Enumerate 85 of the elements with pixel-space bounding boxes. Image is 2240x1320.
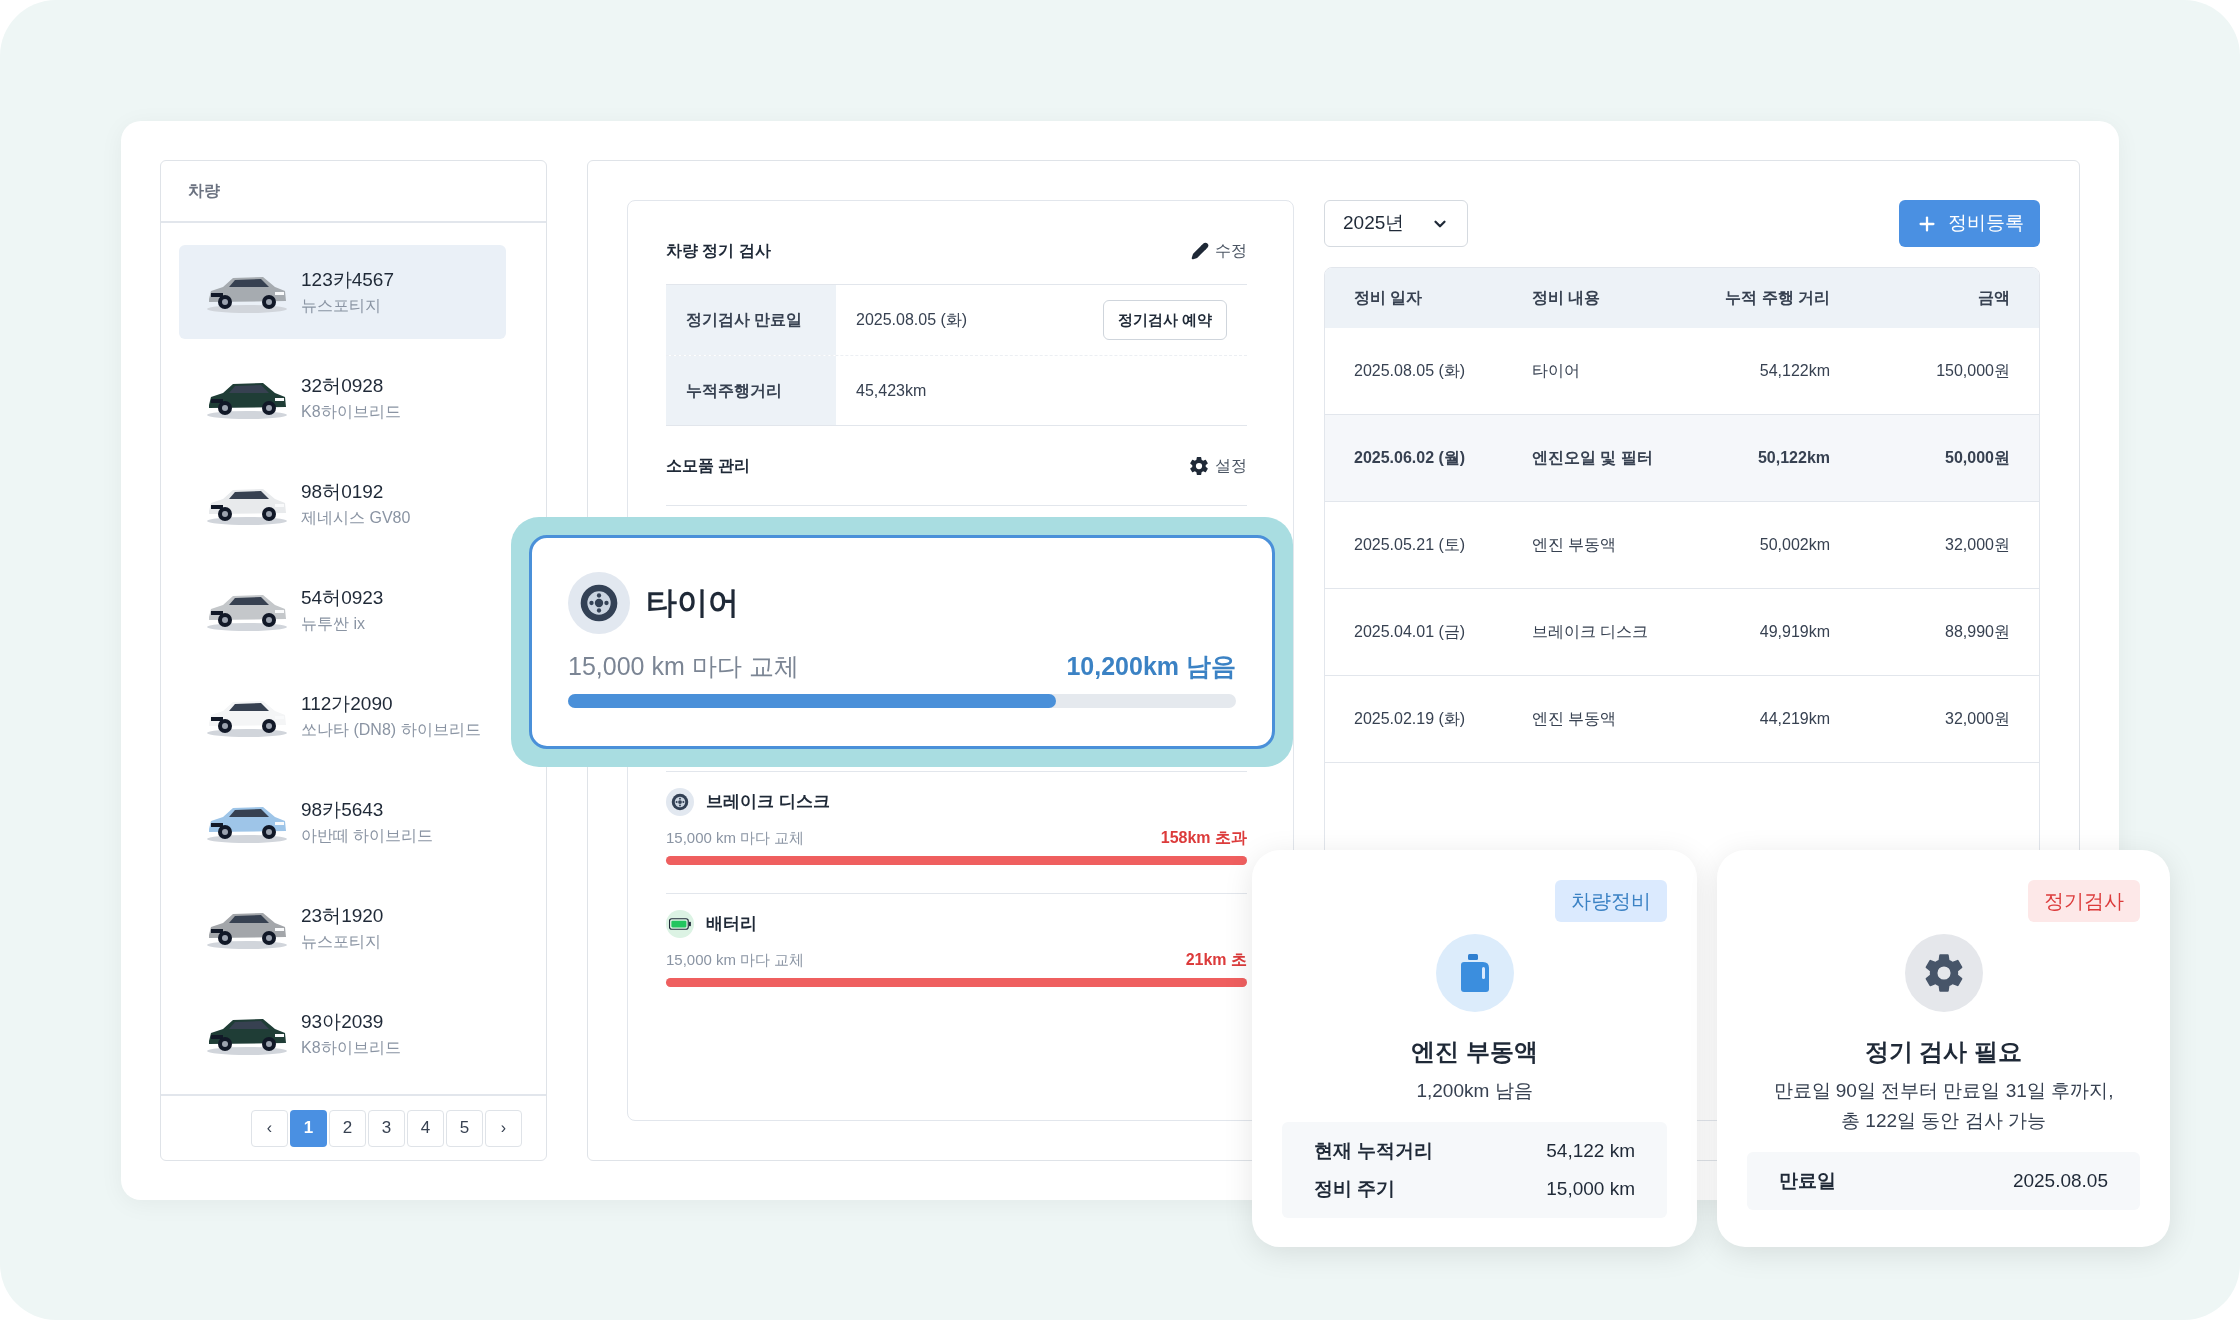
next-page-button[interactable]: ›	[485, 1109, 522, 1147]
table-cell-text: 32,000원	[1944, 535, 2010, 555]
column-header: 누적 주행 거리	[1724, 288, 1830, 308]
section-title: 소모품 관리	[666, 455, 751, 476]
reserve-button[interactable]: 정기검사 예약	[1102, 300, 1227, 340]
settings-button[interactable]: 설정	[1189, 453, 1247, 478]
table-cell-text: 50,000원	[1944, 448, 2010, 468]
table-cell-text: 88,990원	[1944, 622, 2010, 642]
replacement-interval: 15,000 km 마다 교체	[666, 949, 805, 970]
battery-icon	[666, 910, 694, 938]
plate-number: 54허0923	[301, 586, 384, 610]
field-value: 2025.08.05 (화)	[856, 310, 968, 330]
table-cell-text: 엔진 부동액	[1532, 709, 1618, 729]
model-name: 쏘나타 (DN8) 하이브리드	[301, 720, 481, 740]
column-header: 정비 일자	[1354, 288, 1424, 308]
plate-number: 23허1920	[301, 904, 384, 928]
card-subtitle: 1,200km 남음	[1416, 1079, 1533, 1103]
replacement-interval: 15,000 km 마다 교체	[666, 827, 805, 848]
consumable-name: 배터리	[706, 913, 757, 936]
plate-number: 123카4567	[301, 268, 394, 292]
table-cell-text: 엔진 부동액	[1532, 535, 1618, 555]
table-cell-text: 브레이크 디스크	[1532, 622, 1650, 642]
table-cell-text: 32,000원	[1944, 709, 2010, 729]
page-button[interactable]: 5	[446, 1109, 483, 1147]
card-title: 엔진 부동액	[1411, 1037, 1538, 1067]
table-cell-text: 2025.05.21 (토)	[1354, 535, 1467, 555]
field-value: 45,423km	[856, 380, 927, 401]
detail-label: 만료일	[1779, 1168, 1836, 1193]
table-cell-text: 50,122km	[1756, 448, 1830, 468]
table-cell-text: 54,122km	[1758, 361, 1830, 381]
table-cell-text: 49,919km	[1758, 622, 1830, 642]
model-name: 뉴스포티지	[301, 932, 382, 952]
model-name: K8하이브리드	[301, 1038, 401, 1058]
model-name: 아반떼 하이브리드	[301, 826, 434, 846]
edit-button[interactable]: 수정	[1191, 239, 1247, 263]
table-cell-text: 엔진오일 및 필터	[1532, 448, 1654, 468]
plate-number: 32허0928	[301, 374, 385, 398]
card-title: 정기 검사 필요	[1864, 1037, 2023, 1067]
table-cell-text: 타이어	[1532, 361, 1581, 381]
consumable-name: 타이어	[646, 583, 739, 622]
model-name: 제네시스 GV80	[301, 508, 411, 528]
wheel-icon	[666, 788, 694, 816]
previous-page-button[interactable]: ‹	[251, 1109, 288, 1147]
table-cell-text: 2025.06.02 (월)	[1354, 448, 1467, 468]
field-label: 누적주행거리	[666, 356, 836, 425]
plate-number: 98카5643	[301, 798, 385, 822]
plate-number: 112가2090	[301, 692, 394, 716]
jug-icon	[1458, 953, 1491, 993]
detail-value: 15,000 km	[1546, 1176, 1635, 1201]
replacement-interval: 15,000 km 마다 교체	[568, 651, 799, 682]
panel-title: 차량	[188, 181, 220, 201]
table-cell-text: 150,000원	[1935, 361, 2010, 381]
table-cell-text: 2025.02.19 (화)	[1354, 709, 1467, 729]
plate-number: 98허0192	[301, 480, 385, 504]
card-subtitle: 만료일 90일 전부터 만료일 31일 후까지, 총 122일 동안 검사 가능	[1773, 1079, 2114, 1133]
model-name: K8하이브리드	[301, 402, 401, 422]
category-tag: 정기검사	[2028, 880, 2140, 922]
category-tag: 차량정비	[1555, 880, 1667, 922]
detail-value: 2025.08.05	[2012, 1168, 2108, 1193]
table-cell-text: 2025.04.01 (금)	[1354, 622, 1467, 642]
table-cell-text: 44,219km	[1758, 709, 1830, 729]
remaining-distance: 158km 초과	[1160, 828, 1247, 848]
table-row[interactable]: 2025.06.02 (월) 엔진오일 및 필터 50,122km 50,000원	[1325, 415, 2039, 502]
detail-label: 정비 주기	[1314, 1176, 1396, 1201]
detail-value: 54,122 km	[1546, 1138, 1635, 1163]
remaining-distance: 10,200km 남음	[1066, 651, 1236, 682]
page-button[interactable]: 3	[368, 1109, 405, 1147]
table-cell-text: 50,002km	[1758, 535, 1830, 555]
field-label: 정기검사 만료일	[666, 285, 836, 355]
table-cell-text: 2025.08.05 (화)	[1354, 361, 1467, 381]
plate-number: 93아2039	[301, 1010, 385, 1034]
remaining-distance: 21km 초	[1185, 950, 1247, 970]
detail-label: 현재 누적거리	[1314, 1138, 1434, 1163]
settings-icon	[1189, 455, 1209, 476]
section-title: 차량 정기 검사	[666, 241, 771, 261]
column-header: 금액	[1977, 288, 2010, 308]
page-button[interactable]: 2	[329, 1109, 366, 1147]
page-button[interactable]: 4	[407, 1109, 444, 1147]
pencil-icon	[1191, 242, 1209, 260]
column-header: 정비 내용	[1532, 288, 1602, 308]
year-select[interactable]: 2025년	[1324, 200, 1468, 247]
model-name: 뉴스포티지	[301, 296, 382, 316]
vehicle-item[interactable]: 123카4567 뉴스포티지	[179, 245, 506, 339]
model-name: 뉴투싼 ix	[301, 614, 366, 634]
consumable-name: 브레이크 디스크	[706, 791, 830, 814]
